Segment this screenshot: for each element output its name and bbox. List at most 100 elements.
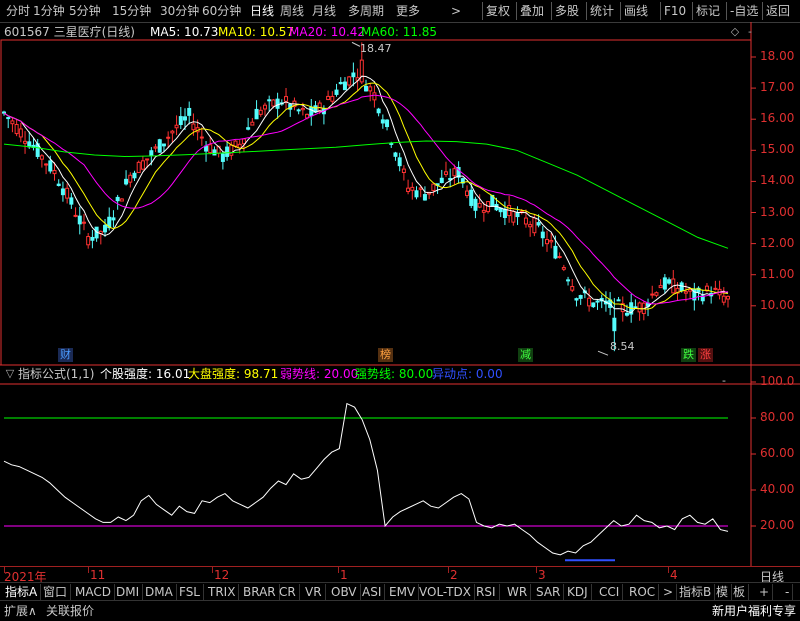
candle-body — [587, 297, 592, 307]
indicator-tab-obv[interactable]: OBV — [328, 584, 361, 600]
indicator-tab-窗口[interactable]: 窗口 — [40, 584, 72, 600]
indicator-tab-fsl[interactable]: FSL — [176, 584, 204, 600]
status-bar: 扩展∧ 关联报价 新用户福利专享 — [0, 600, 800, 621]
candle-body — [166, 136, 171, 139]
indicator-tabbar: 指标A 窗口 MACD DMI DMA FSL TRIX BRAR CR VR OBV ASI EMV V… — [0, 582, 800, 601]
candle-body — [439, 177, 444, 184]
candle-body — [561, 267, 566, 270]
indicator-tab-asi[interactable]: ASI — [359, 584, 386, 600]
tab-right-2[interactable]: 板 — [730, 584, 750, 600]
tab-right-4[interactable]: - — [782, 584, 794, 600]
indicator-tab-cci[interactable]: CCI — [596, 584, 624, 600]
toolbar-btn-1[interactable]: 叠加 — [520, 3, 544, 19]
period-2[interactable]: 5分钟 — [69, 3, 101, 19]
tab-right-3[interactable]: + — [756, 584, 774, 600]
indicator-tab-emv[interactable]: EMV — [386, 584, 420, 600]
tab-right-0[interactable]: 指标B — [676, 584, 716, 600]
tabs-more-arrow-icon[interactable]: > — [660, 584, 678, 600]
candle-body — [296, 109, 301, 112]
indicator-tab-rsi[interactable]: RSI — [473, 584, 500, 600]
ma20-value: MA20: 10.42 — [289, 25, 366, 39]
related-quote-button[interactable]: 关联报价 — [46, 603, 94, 619]
osc-tick-label: 40.00 — [760, 482, 795, 496]
strong-line-value: 强势线: 80.00 — [355, 367, 434, 381]
indicator-tab-trix[interactable]: TRIX — [205, 584, 240, 600]
indicator-tab-brar[interactable]: BRAR — [240, 584, 280, 600]
period-1[interactable]: 1分钟 — [33, 3, 65, 19]
period-8[interactable]: 月线 — [312, 3, 336, 19]
more-arrow-icon[interactable]: > — [451, 3, 461, 19]
candle-body — [658, 285, 663, 289]
period-3[interactable]: 15分钟 — [112, 3, 151, 19]
indicator-menu-icon[interactable]: ▽ — [3, 367, 17, 381]
candle-body — [511, 210, 516, 223]
indicator-tab-wr[interactable]: WR — [504, 584, 532, 600]
period-0[interactable]: 分时 — [6, 3, 30, 19]
stock-title: 601567 三星医疗(日线) — [4, 25, 135, 39]
candle-body — [540, 231, 545, 239]
candle-body — [145, 158, 150, 161]
diamond-icon[interactable]: ◇ — [728, 25, 742, 39]
period-10[interactable]: 更多 — [396, 3, 420, 19]
price-tick-label: 11.00 — [760, 266, 795, 281]
event-marker[interactable]: 减 — [518, 348, 533, 362]
indicator-tab-roc[interactable]: ROC — [626, 584, 660, 600]
toolbar-btn-3[interactable]: 统计 — [590, 3, 614, 19]
candle-body — [65, 187, 70, 199]
toolbar-btn-8[interactable]: 返回 — [766, 3, 790, 19]
date-tick-label: 3 — [538, 568, 546, 582]
indicator-tab-vr[interactable]: VR — [302, 584, 326, 600]
price-tick-label: 16.00 — [760, 111, 795, 126]
low-pointer — [597, 350, 609, 356]
stock-strength-value: 个股强度: 16.01 — [100, 367, 191, 381]
event-marker[interactable]: 跌 — [681, 348, 696, 362]
toolbar-divider — [620, 2, 621, 20]
event-marker[interactable]: 涨 — [698, 348, 713, 362]
toolbar-btn-7[interactable]: -自选 — [730, 3, 758, 19]
period-7[interactable]: 周线 — [280, 3, 304, 19]
indicator-tab-kdj[interactable]: KDJ — [564, 584, 592, 600]
date-tick — [448, 567, 449, 573]
candle-body — [338, 81, 343, 85]
indicator-tab-macd[interactable]: MACD — [72, 584, 115, 600]
candle-body — [69, 197, 74, 205]
ma10-value: MA10: 10.57 — [218, 25, 295, 39]
candle-body — [153, 146, 158, 149]
candle-body — [347, 76, 352, 86]
toolbar-btn-2[interactable]: 多股 — [555, 3, 579, 19]
osc-tick-label: 20.00 — [760, 518, 795, 532]
candle-body — [452, 168, 457, 177]
toolbar-divider — [762, 2, 763, 20]
indicator-tab-sar[interactable]: SAR — [533, 584, 565, 600]
indicator-tab-cr[interactable]: CR — [276, 584, 300, 600]
candle-body — [191, 123, 196, 131]
toolbar-btn-6[interactable]: 标记 — [696, 3, 720, 19]
period-6[interactable]: 日线 — [250, 3, 274, 19]
candle-body — [532, 217, 537, 234]
period-5[interactable]: 60分钟 — [202, 3, 241, 19]
event-marker[interactable]: 榜 — [378, 348, 393, 362]
high-price-label: 18.47 — [360, 42, 392, 55]
chart-area — [0, 22, 800, 566]
date-tick — [338, 567, 339, 573]
indicator-name[interactable]: 指标公式(1,1) — [18, 366, 94, 382]
indicator-tab-dmi[interactable]: DMI — [113, 584, 144, 600]
candle-body — [170, 130, 175, 134]
period-4[interactable]: 30分钟 — [160, 3, 199, 19]
event-marker[interactable]: 财 — [58, 348, 73, 362]
indicator-tab-vol-tdx[interactable]: VOL-TDX — [416, 584, 475, 600]
indicator-tab-指标a[interactable]: 指标A — [2, 584, 42, 600]
toolbar-btn-5[interactable]: F10 — [664, 3, 686, 19]
period-9[interactable]: 多周期 — [348, 3, 384, 19]
indicator-tab-dma[interactable]: DMA — [142, 584, 177, 600]
new-user-promo-link[interactable]: 新用户福利专享 — [712, 603, 796, 619]
toolbar-btn-4[interactable]: 画线 — [624, 3, 648, 19]
toolbar-btn-0[interactable]: 复权 — [486, 3, 510, 19]
candle-body — [81, 221, 86, 224]
collapse-icon[interactable]: - — [743, 25, 757, 39]
candle-body — [713, 287, 718, 290]
candle-body — [262, 104, 267, 110]
candle-body — [528, 224, 533, 228]
candle-body — [267, 99, 272, 102]
expand-button[interactable]: 扩展∧ — [4, 603, 37, 619]
